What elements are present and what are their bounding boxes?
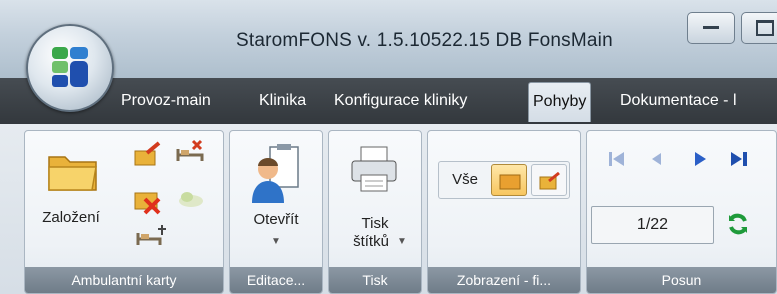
tisk-stitku-button[interactable]: Tisk štítků ▼ [333, 139, 417, 265]
minimize-button[interactable] [687, 12, 735, 44]
window-title: StaromFONS v. 1.5.10522.15 DB FonsMain [236, 30, 613, 51]
group-label-ambulantni-karty: Ambulantní karty [25, 267, 223, 293]
group-label-posun: Posun [587, 267, 776, 293]
group-label-editace: Editace... [230, 267, 322, 293]
group-label-zobrazeni: Zobrazení - fi... [428, 267, 580, 293]
user-clipboard-icon [252, 144, 299, 203]
group-zobrazeni: Vše Zobrazení - fi... [427, 130, 581, 294]
cloud-icon[interactable] [177, 187, 205, 209]
record-position-field[interactable]: 1/22 [591, 206, 714, 244]
bed-transfer-icon[interactable] [175, 139, 207, 167]
folder-filter-icon [499, 174, 521, 190]
otevrit-dropdown-icon: ▼ [271, 236, 281, 247]
folder-filter-toggle[interactable] [491, 164, 527, 196]
tab-pohyby[interactable]: Pohyby [528, 82, 592, 122]
tab-dokumentace[interactable]: Dokumentace - l [620, 92, 737, 110]
minimize-icon [703, 26, 719, 29]
tab-klinika[interactable]: Klinika [259, 92, 306, 110]
filter-toggle-group: Vše [438, 161, 570, 199]
next-record-icon[interactable] [688, 148, 710, 170]
otevrit-button[interactable]: Otevřít ▼ [234, 139, 318, 265]
tab-konfigurace-kliniky[interactable]: Konfigurace kliniky [334, 92, 467, 110]
zalozeni-button[interactable]: Založení [29, 139, 113, 265]
otevrit-label: Otevřít [253, 211, 299, 228]
delete-card-icon[interactable] [133, 187, 165, 217]
card-filter-toggle[interactable] [531, 164, 567, 196]
last-record-icon[interactable] [728, 148, 750, 170]
app-logo-icon [52, 47, 88, 87]
refresh-icon[interactable] [726, 212, 750, 236]
tab-provoz-main[interactable]: Provoz-main [121, 92, 211, 110]
group-label-tisk: Tisk [329, 267, 421, 293]
app-menu-button[interactable] [26, 24, 114, 112]
group-tisk: Tisk štítků ▼ Tisk [328, 130, 422, 294]
printer-icon [351, 146, 397, 192]
bed-discharge-icon[interactable] [135, 223, 167, 249]
edit-card-filter-icon [539, 172, 560, 190]
tisk-stitku-label-line1: Tisk [361, 215, 389, 232]
group-ambulantni-karty: Založení Ambulantní karty [24, 130, 224, 294]
maximize-button[interactable] [741, 12, 777, 44]
tisk-dropdown-icon: ▼ [397, 236, 407, 247]
first-record-icon[interactable] [606, 148, 628, 170]
edit-card-icon[interactable] [133, 141, 163, 167]
folder-icon [48, 156, 97, 191]
tisk-stitku-label-line2: štítků [353, 233, 389, 250]
zalozeni-label: Založení [42, 209, 100, 226]
previous-record-icon[interactable] [646, 148, 668, 170]
maximize-icon [756, 20, 774, 36]
group-editace: Otevřít ▼ Editace... [229, 130, 323, 294]
ribbon-tab-strip: Provoz-main Klinika Konfigurace kliniky … [0, 78, 777, 124]
vse-toggle[interactable]: Vše [441, 164, 489, 196]
title-bar: StaromFONS v. 1.5.10522.15 DB FonsMain [0, 0, 777, 78]
